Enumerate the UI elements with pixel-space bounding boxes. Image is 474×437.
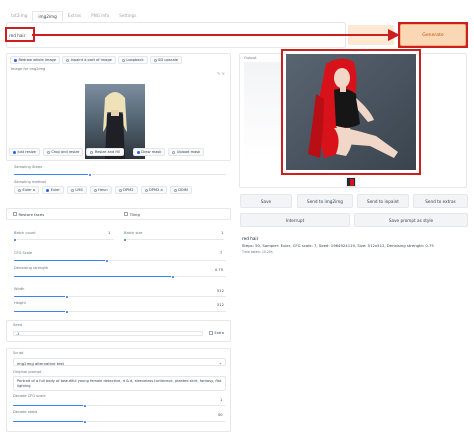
decode-steps-slider[interactable] xyxy=(13,419,225,424)
batch-size-label: Batch size xyxy=(124,231,143,235)
tab-img2img[interactable]: img2img xyxy=(32,11,63,21)
decode-steps-value[interactable]: 50 xyxy=(218,413,223,417)
mode-tabs: Redraw whole image Inpaint a part of ima… xyxy=(7,54,230,66)
save-style-button[interactable]: Save prompt as style xyxy=(354,213,468,227)
result-title: red hair xyxy=(242,236,259,241)
sampling-method-label: DPM2 xyxy=(123,188,134,192)
tiling-checkbox[interactable]: Tiling xyxy=(124,212,140,217)
height-label: Height xyxy=(14,301,26,305)
original-prompt-label: Original prompt xyxy=(13,370,42,374)
radio-dot xyxy=(70,188,74,192)
tab-extras[interactable]: Extras xyxy=(63,11,86,21)
original-prompt-input[interactable]: Portrait of a full body of beautiful you… xyxy=(13,376,226,391)
send-to-extras-button[interactable]: Send to extras xyxy=(413,194,468,208)
batch-size-value[interactable]: 1 xyxy=(221,231,223,235)
seed-label: Seed xyxy=(13,323,22,327)
decode-cfg-value[interactable]: 1 xyxy=(220,398,222,402)
batch-count-label: Batch count xyxy=(14,231,36,235)
tab-settings[interactable]: Settings xyxy=(114,11,141,21)
sampling-steps-label: Sampling Steps xyxy=(14,165,43,169)
output-image[interactable] xyxy=(281,49,421,175)
tab-png-info[interactable]: PNG Info xyxy=(86,11,114,21)
sampling-method-option[interactable]: Euler a xyxy=(14,186,40,194)
mode-redraw[interactable]: Redraw whole image xyxy=(10,56,61,64)
output-placeholder xyxy=(244,62,282,162)
mode-loopback[interactable]: Loopback xyxy=(117,56,148,64)
restore-faces-checkbox[interactable]: Restore faces xyxy=(13,212,44,217)
sampling-method-option[interactable]: Euler xyxy=(42,186,64,194)
width-value[interactable]: 512 xyxy=(217,289,224,293)
img2img-panel: Redraw whole image Inpaint a part of ima… xyxy=(6,53,231,161)
mask-upload[interactable]: Upload mask xyxy=(168,148,205,156)
batch-count-slider[interactable] xyxy=(13,237,114,242)
sampling-method-label: Euler xyxy=(50,188,60,192)
radio-dot xyxy=(46,188,50,192)
decode-cfg-slider[interactable] xyxy=(13,403,225,408)
script-box: Script img2img alternative test ⌄ Origina… xyxy=(6,348,231,432)
radio-dot xyxy=(144,188,148,192)
sampling-method-label: Heun xyxy=(98,188,108,192)
sampling-method-option[interactable]: DPM2 xyxy=(114,186,138,194)
radio-dot xyxy=(173,188,177,192)
image-panel-label: Image for img2img xyxy=(11,67,46,71)
batch-count-value[interactable]: 1 xyxy=(108,231,110,235)
script-label: Script xyxy=(13,351,24,355)
resize-just[interactable]: Just resize xyxy=(9,148,40,156)
batch-size-slider[interactable] xyxy=(123,237,224,242)
sampling-method-label: Euler a xyxy=(22,188,36,192)
mode-sd-upscale[interactable]: SD upscale xyxy=(149,56,183,64)
mask-draw[interactable]: Draw mask xyxy=(132,148,166,156)
radio-dot xyxy=(93,188,97,192)
interrupt-button[interactable]: Interrupt xyxy=(240,213,350,227)
tab-txt2img[interactable]: txt2img xyxy=(6,11,32,21)
sampling-method-options: Euler a Euler LMS Heun DPM2 DPM2 a DDIM xyxy=(14,186,192,194)
send-to-inpaint-button[interactable]: Send to inpaint xyxy=(357,194,409,208)
mode-inpaint[interactable]: Inpaint a part of image xyxy=(62,56,116,64)
sampling-method-option[interactable]: DPM2 a xyxy=(140,186,167,194)
decode-cfg-label: Decode CFG scale xyxy=(13,394,46,398)
annotation-arrow xyxy=(32,29,400,41)
image-tools-icon[interactable]: ✎ ✕ xyxy=(217,71,225,76)
height-slider[interactable] xyxy=(14,309,226,314)
sampling-method-option[interactable]: LMS xyxy=(66,186,87,194)
result-params: Steps: 50, Sampler: Euler, CFG scale: 7,… xyxy=(242,243,434,248)
main-tabs: txt2img img2img Extras PNG Info Settings xyxy=(6,11,141,21)
radio-dot xyxy=(18,188,21,192)
resize-fill[interactable]: Resize and fill xyxy=(86,148,124,156)
height-value[interactable]: 512 xyxy=(217,303,224,307)
cfg-value[interactable]: 7 xyxy=(220,251,222,255)
result-time: Time taken: 10.20s xyxy=(242,250,273,254)
radio-dot xyxy=(118,188,122,192)
generate-frame: Generate xyxy=(398,22,468,48)
resize-options: Just resize Crop and resize Resize and f… xyxy=(9,148,205,156)
sampling-method-label: DDIM xyxy=(178,188,188,192)
chevron-down-icon: ⌄ xyxy=(218,360,222,365)
generate-button[interactable]: Generate xyxy=(400,24,466,46)
extra-checkbox[interactable]: Extra xyxy=(209,331,224,335)
sampling-method-option[interactable]: DDIM xyxy=(169,186,192,194)
save-button[interactable]: Save xyxy=(240,194,292,208)
output-thumbnail[interactable] xyxy=(346,177,356,187)
seed-box: Seed -1 Extra xyxy=(6,320,231,342)
sampling-method-label: DPM2 a xyxy=(149,188,163,192)
denoising-slider[interactable] xyxy=(14,274,226,279)
cfg-slider[interactable] xyxy=(14,258,226,263)
script-select[interactable]: img2img alternative test ⌄ xyxy=(13,358,226,366)
sampling-steps-slider[interactable] xyxy=(14,172,226,177)
seed-input[interactable]: -1 xyxy=(13,331,203,336)
width-slider[interactable] xyxy=(14,294,226,299)
denoising-label: Denoising strength xyxy=(14,266,49,270)
width-label: Width xyxy=(14,287,25,291)
cfg-label: CFG Scale xyxy=(14,251,33,255)
sampling-method-label: LMS xyxy=(75,188,83,192)
options-row: Restore faces Tiling xyxy=(6,208,231,220)
denoising-value[interactable]: 0.75 xyxy=(215,268,223,272)
sampling-method-label: Sampling method xyxy=(14,180,46,184)
sampling-method-option[interactable]: Heun xyxy=(89,186,112,194)
decode-steps-label: Decode steps xyxy=(13,410,38,414)
resize-crop[interactable]: Crop and resize xyxy=(42,148,84,156)
send-to-img2img-button[interactable]: Send to img2img xyxy=(297,194,353,208)
